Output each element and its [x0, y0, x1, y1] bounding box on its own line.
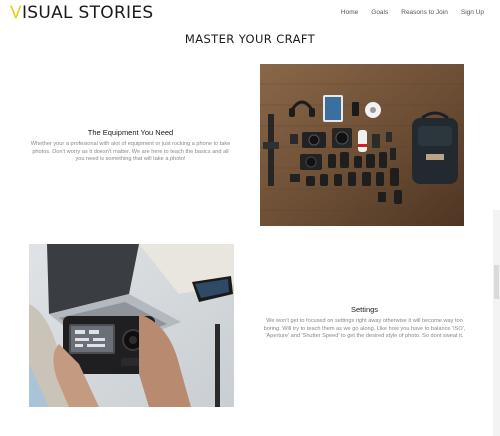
- nav-signup-link[interactable]: Sign Up: [461, 9, 484, 16]
- logo-text: ISUAL STORIES: [21, 3, 154, 23]
- feature-settings: Settings We won't get to focused on sett…: [262, 305, 467, 341]
- nav-home-link[interactable]: Home: [341, 9, 358, 16]
- feature-equipment-body: Whether your a profesional with alot of …: [30, 141, 231, 163]
- feature-settings-body: We won't get to focused on settings righ…: [263, 318, 466, 340]
- settings-photo: [29, 244, 234, 407]
- scrollbar-track[interactable]: [493, 210, 500, 436]
- feature-equipment-heading: The Equipment You Need: [87, 128, 174, 137]
- scrollbar-thumb[interactable]: [494, 265, 499, 299]
- equipment-photo: [260, 64, 464, 226]
- nav-reasons-link[interactable]: Reasons to Join: [401, 9, 448, 16]
- site-logo[interactable]: VISUAL STORIES: [10, 3, 154, 23]
- feature-settings-heading: Settings: [350, 305, 379, 314]
- equipment-flatlay-image: [260, 64, 464, 226]
- nav-links: Home Goals Reasons to Join Sign Up: [341, 9, 484, 16]
- section-title: MASTER YOUR CRAFT: [184, 32, 316, 46]
- logo-accent-letter: V: [10, 3, 22, 23]
- navbar: VISUAL STORIES Home Goals Reasons to Joi…: [0, 0, 500, 26]
- feature-equipment: The Equipment You Need Whether your a pr…: [28, 128, 233, 164]
- nav-goals-link[interactable]: Goals: [371, 9, 388, 16]
- camera-laptop-image: [29, 244, 234, 407]
